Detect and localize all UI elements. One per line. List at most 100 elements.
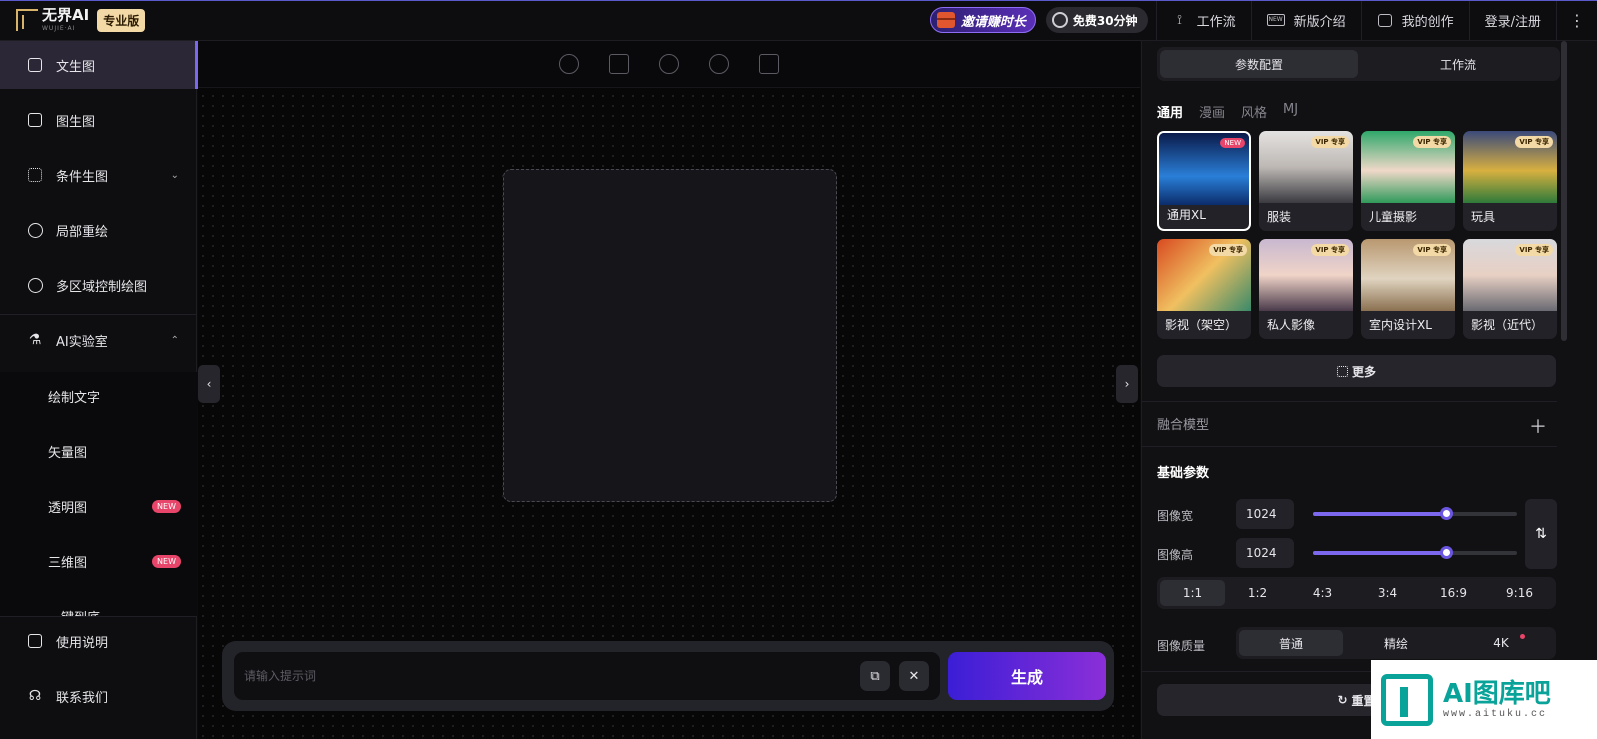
- undo-icon[interactable]: [559, 54, 579, 74]
- more-models-button[interactable]: 更多: [1157, 355, 1556, 387]
- flask-icon: ⚗: [28, 332, 42, 348]
- images-icon: [26, 111, 44, 129]
- model-card[interactable]: NEW 通用XL: [1157, 131, 1251, 231]
- invite-button[interactable]: 邀请赚时长: [929, 7, 1036, 33]
- nav-new-intro[interactable]: NEW 新版介绍: [1252, 0, 1361, 41]
- model-card[interactable]: VIP 专享 私人影像: [1259, 239, 1353, 339]
- app-root: 无界AI WUJIE·AI 专业版 邀请赚时长 免费30分钟 ⟟ 工作流 NEW: [0, 0, 1597, 739]
- model-card[interactable]: VIP 专享 室内设计XL: [1361, 239, 1455, 339]
- sidebar-item-label: 图生图: [56, 114, 96, 130]
- sidebar-item-text-to-image[interactable]: 文生图: [0, 41, 198, 89]
- logo-text: 无界AI: [42, 6, 90, 24]
- lab-item-draw-text[interactable]: 绘制文字: [0, 372, 197, 420]
- collapse-right-icon[interactable]: ›: [1116, 365, 1138, 403]
- fusion-model-title: 融合模型: [1157, 418, 1210, 433]
- height-slider[interactable]: [1313, 546, 1517, 559]
- tab-workflow[interactable]: 工作流: [1359, 50, 1557, 78]
- chevron-down-icon[interactable]: ⌄: [171, 170, 179, 181]
- ratio-9-16[interactable]: 9:16: [1487, 580, 1552, 606]
- panel-scrollbar[interactable]: [1561, 41, 1567, 341]
- category-comic[interactable]: 漫画: [1199, 102, 1225, 121]
- model-card[interactable]: VIP 专享 服装: [1259, 131, 1353, 231]
- lab-item-label: 一键到底: [48, 607, 100, 617]
- sidebar-item-inpaint[interactable]: 局部重绘: [0, 206, 197, 254]
- artboard-placeholder[interactable]: [503, 169, 837, 502]
- nav-workflow-label: 工作流: [1196, 14, 1236, 30]
- frame-icon[interactable]: [609, 54, 629, 74]
- prompt-input[interactable]: [234, 652, 940, 700]
- collapse-left-icon[interactable]: ‹: [198, 365, 220, 403]
- sidebar-item-contact[interactable]: ☊ 联系我们: [0, 672, 197, 720]
- new-badge-icon: NEW: [1266, 14, 1285, 26]
- lab-item-3d[interactable]: 三维图 NEW: [0, 537, 197, 585]
- quality-4k[interactable]: 4K: [1449, 630, 1553, 656]
- more-label: 更多: [1351, 364, 1376, 379]
- logo-mark-icon: [16, 9, 38, 31]
- ratio-3-4[interactable]: 3:4: [1355, 580, 1420, 606]
- width-input[interactable]: 1024: [1236, 499, 1294, 529]
- sidebar-item-image-to-image[interactable]: 图生图: [0, 96, 197, 144]
- control-icon: [26, 166, 44, 184]
- nav-workflow[interactable]: ⟟ 工作流: [1157, 0, 1251, 41]
- category-general[interactable]: 通用: [1157, 102, 1183, 121]
- panel-divider: [1142, 446, 1557, 447]
- canvas-toolbar: [198, 41, 1140, 88]
- quality-selector: 普通 精绘 4K: [1236, 627, 1556, 659]
- nav-my-creations[interactable]: 我的创作: [1362, 0, 1469, 41]
- sidebar-item-label: 局部重绘: [56, 224, 109, 240]
- sidebar-item-conditional[interactable]: 条件生图 ⌄: [0, 151, 197, 199]
- lab-item-one-click[interactable]: 一键到底: [0, 592, 197, 617]
- sidebar-item-regions[interactable]: 多区域控制绘图: [0, 261, 197, 309]
- sidebar-item-ai-lab[interactable]: ⚗ AI实验室 ⌃: [0, 316, 197, 364]
- lab-item-vector[interactable]: 矢量图: [0, 427, 197, 475]
- quality-normal[interactable]: 普通: [1239, 630, 1343, 656]
- height-slider-thumb[interactable]: [1439, 546, 1453, 559]
- clear-icon[interactable]: ✕: [899, 661, 929, 691]
- more-menu-icon[interactable]: ⋮: [1557, 11, 1597, 30]
- emoji-icon[interactable]: [659, 54, 679, 74]
- right-panel: 参数配置 工作流 通用 漫画 风格 MJ NEW 通用XL VIP 专享 服装 …: [1141, 41, 1597, 739]
- lab-item-transparent[interactable]: 透明图 NEW: [0, 482, 197, 530]
- width-slider[interactable]: [1313, 507, 1517, 520]
- model-card[interactable]: VIP 专享 玩具: [1463, 131, 1557, 231]
- ratio-1-1[interactable]: 1:1: [1160, 580, 1225, 606]
- sidebar-item-help[interactable]: 使用说明: [0, 617, 197, 665]
- invite-label: 邀请赚时长: [960, 14, 1026, 30]
- ratio-16-9[interactable]: 16:9: [1421, 580, 1486, 606]
- ai-lab-submenu: 绘制文字 矢量图 透明图 NEW 三维图 NEW 一键到底: [0, 372, 197, 616]
- aspect-ratio-selector: 1:1 1:2 4:3 3:4 16:9 9:16: [1157, 577, 1556, 609]
- workflow-icon: ⟟: [1177, 12, 1182, 28]
- height-input[interactable]: 1024: [1236, 538, 1294, 568]
- free-time-button[interactable]: 免费30分钟: [1045, 7, 1148, 33]
- hand-icon[interactable]: [709, 54, 729, 74]
- lab-item-label: 透明图: [48, 500, 88, 516]
- model-card[interactable]: VIP 专享 儿童摄影: [1361, 131, 1455, 231]
- height-label: 图像高: [1157, 548, 1194, 562]
- fullscreen-icon[interactable]: [759, 54, 779, 74]
- model-card[interactable]: VIP 专享 影视（架空）: [1157, 239, 1251, 339]
- swap-dimensions-icon[interactable]: ⇅: [1525, 499, 1557, 569]
- quality-fine[interactable]: 精绘: [1344, 630, 1448, 656]
- model-label: 玩具: [1471, 210, 1496, 224]
- add-fusion-icon[interactable]: ＋: [1529, 413, 1547, 439]
- copy-icon[interactable]: ⧉: [860, 661, 890, 691]
- vip-badge: VIP 专享: [1413, 136, 1451, 148]
- lab-item-label: 三维图: [48, 555, 88, 571]
- generate-button[interactable]: 生成: [948, 652, 1106, 700]
- ratio-4-3[interactable]: 4:3: [1290, 580, 1355, 606]
- vip-badge: VIP 专享: [1209, 244, 1247, 256]
- logo[interactable]: 无界AI WUJIE·AI 专业版: [16, 0, 146, 41]
- category-style[interactable]: 风格: [1241, 102, 1267, 121]
- tab-params[interactable]: 参数配置: [1160, 50, 1358, 78]
- chevron-up-icon[interactable]: ⌃: [171, 335, 179, 346]
- model-card[interactable]: VIP 专享 影视（近代）: [1463, 239, 1557, 339]
- category-mj[interactable]: MJ: [1283, 102, 1298, 121]
- headset-icon: ☊: [28, 688, 42, 704]
- ratio-1-2[interactable]: 1:2: [1225, 580, 1290, 606]
- nav-login-label: 登录/注册: [1484, 14, 1541, 30]
- nav-my-creations-label: 我的创作: [1401, 14, 1454, 30]
- width-slider-thumb[interactable]: [1439, 507, 1453, 520]
- new-badge: NEW: [152, 499, 181, 513]
- nav-login[interactable]: 登录/注册: [1470, 0, 1556, 41]
- edition-badge: 专业版: [97, 8, 146, 32]
